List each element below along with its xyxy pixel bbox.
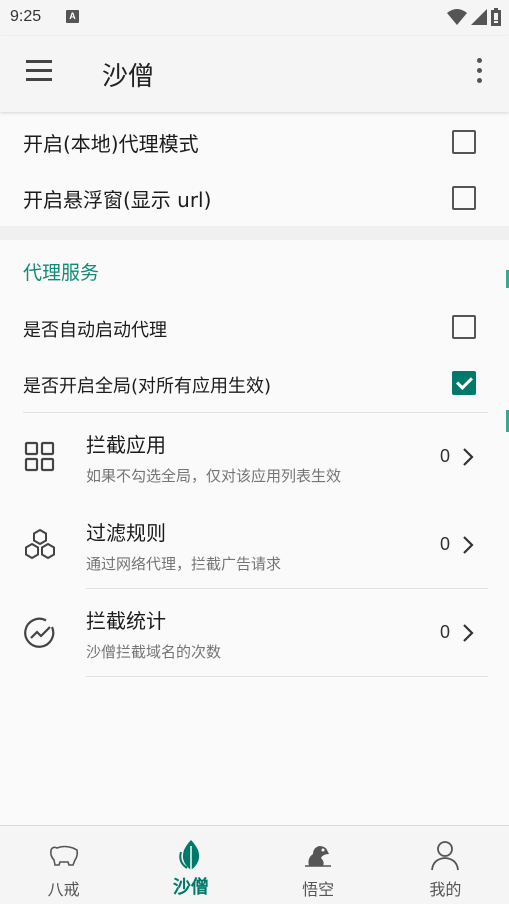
pig-icon <box>49 845 78 866</box>
pref-count: 0 <box>440 534 451 554</box>
chart-circle-icon <box>24 617 55 648</box>
menu-button[interactable] <box>20 60 60 88</box>
grid-icon <box>24 441 55 472</box>
local-proxy-checkbox[interactable] <box>452 130 476 154</box>
chevron-right-icon <box>463 536 474 554</box>
setting-row-auto-start[interactable]: 是否自动启动代理 <box>0 300 509 356</box>
pref-subtitle: 沙僧拦截域名的次数 <box>86 643 222 661</box>
bottom-navigation: 八戒 沙僧 悟空 我的 <box>0 825 509 904</box>
pref-item-intercept-apps[interactable]: 拦截应用 如果不勾选全局，仅对该应用列表生效 0 <box>0 413 509 501</box>
nav-item-shaseng[interactable]: 沙僧 <box>127 826 254 904</box>
person-icon <box>431 841 460 871</box>
nav-item-wukong[interactable]: 悟空 <box>255 826 382 904</box>
wifi-icon <box>447 9 467 25</box>
menu-icon-line <box>26 78 52 81</box>
nav-label: 我的 <box>429 880 462 899</box>
pref-count: 0 <box>440 446 451 466</box>
menu-icon-line <box>26 69 52 72</box>
auto-start-checkbox[interactable] <box>452 315 476 339</box>
pref-subtitle: 通过网络代理，拦截广告请求 <box>86 555 282 573</box>
leaf-icon <box>179 840 199 870</box>
notification-a-icon: A <box>66 10 79 23</box>
status-time: 9:25 <box>10 8 42 25</box>
status-icons <box>447 8 501 26</box>
setting-label: 开启(本地)代理模式 <box>23 132 199 156</box>
setting-label: 是否开启全局(对所有应用生效) <box>23 376 272 397</box>
pref-item-intercept-stats[interactable]: 拦截统计 沙僧拦截域名的次数 0 <box>0 589 509 677</box>
floating-window-checkbox[interactable] <box>452 186 476 210</box>
monkey-icon <box>305 846 332 867</box>
hexagons-icon <box>25 528 55 560</box>
pref-subtitle: 如果不勾选全局，仅对该应用列表生效 <box>86 467 342 485</box>
setting-row-floating-window[interactable]: 开启悬浮窗(显示 url) <box>0 170 509 226</box>
more-options-button[interactable] <box>469 58 489 90</box>
more-dot-icon <box>476 78 482 83</box>
signal-icon <box>471 9 487 25</box>
setting-label: 是否自动启动代理 <box>23 320 167 341</box>
pref-title: 拦截统计 <box>86 609 166 633</box>
chevron-right-icon <box>463 624 474 642</box>
nav-label: 悟空 <box>302 880 335 899</box>
divider <box>86 676 488 677</box>
nav-item-mine[interactable]: 我的 <box>382 826 509 904</box>
pref-item-filter-rules[interactable]: 过滤规则 通过网络代理，拦截广告请求 0 <box>0 501 509 589</box>
chevron-right-icon <box>463 448 474 466</box>
more-dot-icon <box>476 68 482 73</box>
section-header-proxy: 代理服务 <box>23 262 100 284</box>
nav-item-bajie[interactable]: 八戒 <box>0 826 127 904</box>
more-dot-icon <box>476 58 482 63</box>
section-gap <box>0 226 509 240</box>
status-bar: 9:25 A <box>0 0 509 36</box>
setting-label: 开启悬浮窗(显示 url) <box>23 188 212 212</box>
global-checkbox[interactable] <box>452 371 476 395</box>
menu-icon-line <box>26 60 52 63</box>
battery-icon <box>491 8 501 26</box>
nav-label: 沙僧 <box>172 877 209 898</box>
nav-label: 八戒 <box>47 880 80 899</box>
app-bar: 沙僧 <box>0 36 509 112</box>
page-title: 沙僧 <box>102 62 155 92</box>
setting-row-global[interactable]: 是否开启全局(对所有应用生效) <box>0 356 509 412</box>
setting-row-local-proxy[interactable]: 开启(本地)代理模式 <box>0 114 509 170</box>
pref-count: 0 <box>440 622 451 642</box>
pref-title: 过滤规则 <box>86 521 166 545</box>
pref-title: 拦截应用 <box>86 433 166 457</box>
